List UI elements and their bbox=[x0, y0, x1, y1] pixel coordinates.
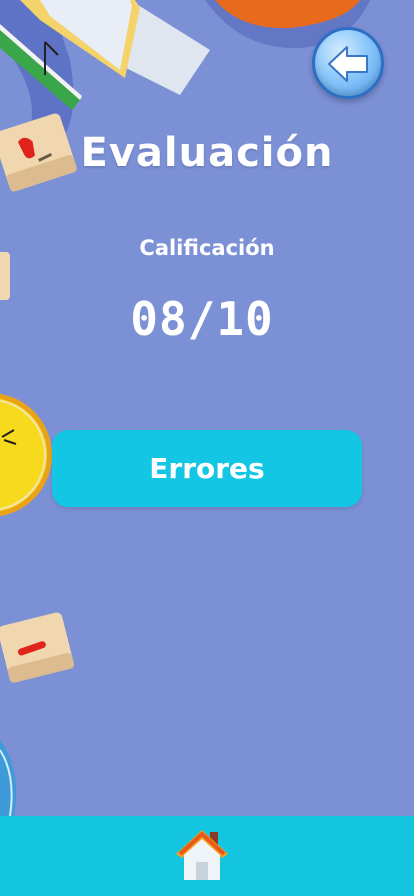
back-button[interactable] bbox=[312, 27, 384, 99]
page-title: Evaluación bbox=[80, 130, 334, 176]
errors-button[interactable]: Errores bbox=[52, 430, 362, 507]
evaluation-screen: Evaluación Calificación 08/10 Errores bbox=[0, 0, 414, 896]
arrow-left-icon bbox=[328, 46, 368, 82]
grade-label: Calificación bbox=[139, 236, 275, 260]
grade-value: 08/10 bbox=[130, 292, 274, 346]
bottom-nav-bar bbox=[0, 816, 414, 896]
home-icon[interactable] bbox=[172, 824, 232, 884]
